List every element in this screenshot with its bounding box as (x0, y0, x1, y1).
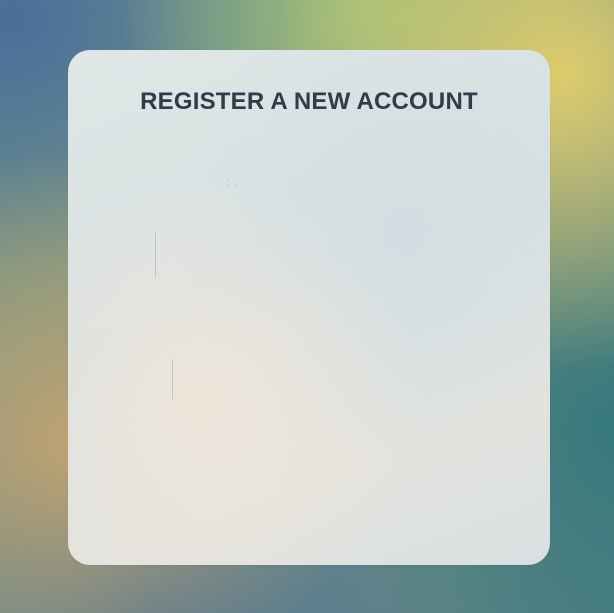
text-caret (155, 233, 156, 277)
text-caret (172, 359, 173, 399)
page-title: REGISTER A NEW ACCOUNT (140, 88, 478, 115)
faint-artifact (225, 180, 239, 186)
register-card: REGISTER A NEW ACCOUNT (68, 50, 550, 565)
